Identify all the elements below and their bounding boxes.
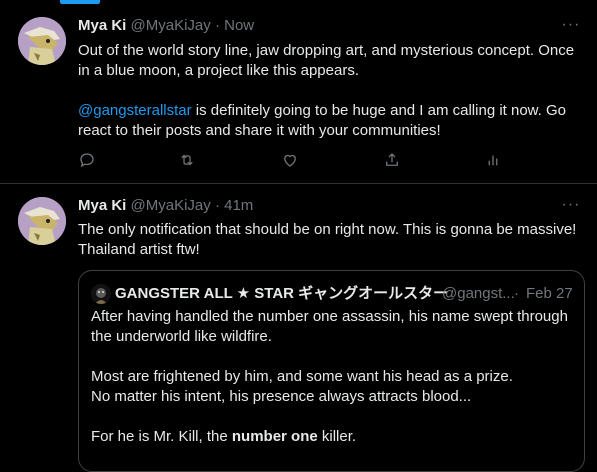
quoted-text-segment: For he is Mr. Kill, the	[91, 428, 232, 445]
tweet-header: Mya Ki @MyaKiJay · 41m	[78, 196, 253, 216]
user-handle[interactable]: @MyaKiJay	[131, 17, 211, 34]
display-name[interactable]: Mya Ki	[78, 197, 126, 214]
quoted-tweet-text: After having handled the number one assa…	[91, 307, 576, 447]
separator-dot: ·	[514, 285, 519, 302]
timestamp[interactable]: 41m	[224, 197, 253, 214]
quoted-bold-text: number one	[231, 428, 318, 445]
avatar-image	[18, 197, 66, 245]
user-handle[interactable]: @MyaKiJay	[131, 197, 211, 214]
quoted-avatar-image	[91, 284, 111, 304]
quoted-tweet[interactable]: GANGSTER ALL ★ STAR ギャングオールスター @gangst..…	[78, 270, 585, 472]
tweet-header: Mya Ki @MyaKiJay · Now	[78, 16, 254, 36]
quoted-avatar	[91, 284, 111, 304]
tweet-paragraph: Out of the world story line, jaw droppin…	[78, 42, 575, 79]
quoted-paragraph: After having handled the number one assa…	[91, 308, 568, 345]
tweet[interactable]: Mya Ki @MyaKiJay · 41m ··· The only noti…	[0, 184, 597, 472]
share-icon[interactable]	[383, 151, 403, 171]
quoted-line: No matter his intent, his presence alway…	[91, 388, 472, 405]
quoted-text-segment: killer.	[317, 428, 357, 445]
analytics-icon[interactable]	[484, 151, 504, 171]
more-options-icon[interactable]: ···	[561, 17, 581, 38]
quoted-timestamp: Feb 27	[526, 285, 573, 302]
quoted-user-handle: @gangst...	[442, 285, 515, 302]
tweet-paragraph: @gangsterallstar is definitely going to …	[78, 101, 583, 141]
avatar[interactable]	[18, 17, 66, 65]
tweet-text: Out of the world story line, jaw droppin…	[78, 41, 583, 141]
like-icon[interactable]	[281, 151, 301, 171]
separator-dot: ·	[214, 17, 220, 34]
timestamp[interactable]: Now	[224, 17, 254, 34]
display-name[interactable]: Mya Ki	[78, 17, 126, 34]
quoted-line: Most are frightened by him, and some wan…	[91, 368, 513, 385]
quoted-display-name: GANGSTER ALL ★ STAR ギャングオールスター	[115, 285, 449, 302]
tweet-text: The only notification that should be on …	[78, 221, 577, 258]
reply-icon[interactable]	[78, 151, 98, 171]
more-options-icon[interactable]: ···	[561, 197, 581, 218]
quoted-tweet-header: GANGSTER ALL ★ STAR ギャングオールスター @gangst..…	[91, 284, 573, 304]
mention-link[interactable]: @gangsterallstar	[78, 102, 192, 119]
retweet-icon[interactable]	[178, 151, 198, 171]
avatar-image	[18, 17, 66, 65]
avatar[interactable]	[18, 197, 66, 245]
separator-dot: ·	[214, 197, 220, 214]
tweet[interactable]: Mya Ki @MyaKiJay · Now ··· Out of the wo…	[0, 4, 597, 184]
tweet-actions	[78, 151, 508, 171]
quoted-paragraph: For he is Mr. Kill, the number one kille…	[91, 427, 576, 447]
